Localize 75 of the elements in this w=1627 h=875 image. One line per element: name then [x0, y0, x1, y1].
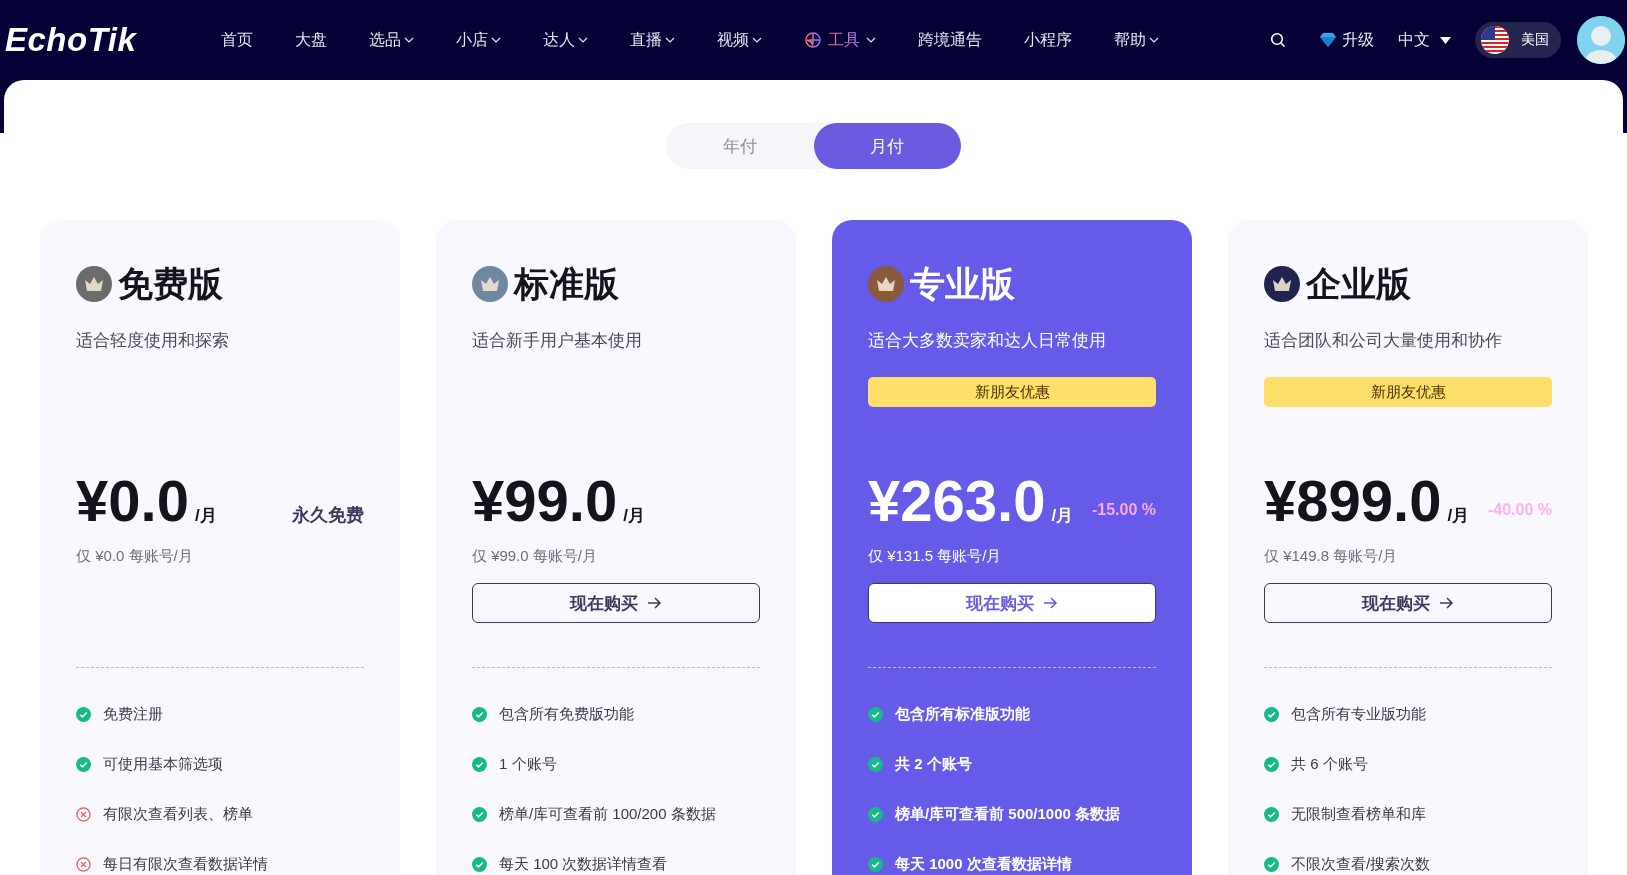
- price-unit: /月: [1447, 505, 1470, 527]
- plan-name: 企业版: [1306, 262, 1411, 305]
- plan-name: 专业版: [910, 262, 1015, 305]
- plan-description: 适合新手用户基本使用: [472, 330, 643, 352]
- chevron-down-icon: [404, 37, 414, 43]
- nav-item[interactable]: 帮助: [1093, 29, 1180, 51]
- feature-text: 免费注册: [103, 704, 163, 724]
- feature-text: 无限制查看榜单和库: [1291, 804, 1426, 824]
- per-account-price: 仅 ¥0.0 每账号/月: [76, 546, 194, 566]
- flag-icon: [1481, 26, 1509, 54]
- region-selector[interactable]: 美国: [1475, 22, 1561, 58]
- plan-name: 标准版: [514, 262, 619, 305]
- price: ¥99.0: [472, 469, 618, 533]
- buy-button[interactable]: 现在购买: [868, 583, 1156, 623]
- plan-description: 适合大多数卖家和达人日常使用: [868, 330, 1107, 352]
- feature-text: 包含所有标准版功能: [895, 704, 1030, 724]
- caret-down-icon: [1440, 36, 1451, 44]
- feature-text: 包含所有专业版功能: [1291, 704, 1426, 724]
- feature-text: 可使用基本筛选项: [103, 754, 223, 774]
- language-dropdown[interactable]: 中文: [1398, 29, 1451, 51]
- nav-item[interactable]: 工具: [783, 29, 897, 51]
- plan-description: 适合团队和公司大量使用和协作: [1264, 330, 1503, 352]
- chevron-down-icon: [578, 37, 588, 43]
- buy-button[interactable]: 现在购买: [1264, 583, 1552, 623]
- feature-text: 每日有限次查看数据详情: [103, 854, 268, 874]
- feature-text: 1 个账号: [499, 754, 557, 774]
- billing-tab[interactable]: 月付: [813, 123, 961, 169]
- price-note: 永久免费: [292, 504, 364, 527]
- feature-text: 包含所有免费版功能: [499, 704, 634, 724]
- feature-text: 共 6 个账号: [1291, 754, 1368, 774]
- price: ¥0.0: [76, 469, 189, 533]
- feature-text: 有限次查看列表、榜单: [103, 804, 253, 824]
- diamond-icon: [1320, 33, 1336, 47]
- arrow-right-icon: [1044, 597, 1058, 609]
- per-account-price: 仅 ¥99.0 每账号/月: [472, 546, 599, 566]
- chevron-down-icon: [866, 37, 876, 43]
- nav-item[interactable]: 小店: [435, 29, 522, 51]
- price-unit: /月: [194, 505, 217, 527]
- feature-text: 不限次查看/搜索次数: [1291, 854, 1431, 874]
- feature-text: 榜单/库可查看前 500/1000 条数据: [895, 804, 1121, 824]
- search-icon[interactable]: [1270, 32, 1286, 48]
- feature-text: 每天 1000 次查看数据详情: [895, 854, 1072, 874]
- promo-badge: 新朋友优惠: [868, 377, 1156, 407]
- feature-text: 榜单/库可查看前 100/200 条数据: [499, 804, 716, 824]
- per-account-price: 仅 ¥149.8 每账号/月: [1264, 546, 1399, 566]
- nav-item[interactable]: 首页: [200, 29, 274, 51]
- chevron-down-icon: [1149, 37, 1159, 43]
- buy-button[interactable]: 现在购买: [472, 583, 760, 623]
- nav-item[interactable]: 选品: [348, 29, 435, 51]
- avatar[interactable]: [1577, 16, 1625, 64]
- discount-label: -40.00 %: [1487, 501, 1552, 519]
- nav-item[interactable]: 达人: [522, 29, 609, 51]
- nav-item[interactable]: 跨境通告: [897, 29, 1003, 51]
- plan-description: 适合轻度使用和探索: [76, 330, 230, 352]
- price-unit: /月: [623, 505, 645, 527]
- chevron-down-icon: [491, 37, 501, 43]
- nav-item[interactable]: 直播: [609, 29, 696, 51]
- price: ¥263.0: [868, 469, 1046, 533]
- chevron-down-icon: [665, 37, 675, 43]
- nav-item[interactable]: 小程序: [1003, 29, 1093, 51]
- nav-item[interactable]: 大盘: [274, 29, 348, 51]
- price: ¥899.0: [1264, 469, 1442, 533]
- upgrade-link[interactable]: 升级: [1320, 29, 1374, 51]
- arrow-right-icon: [1440, 597, 1454, 609]
- arrow-right-icon: [648, 597, 662, 609]
- nav-item[interactable]: 视频: [696, 29, 783, 51]
- discount-label: -15.00 %: [1091, 501, 1156, 519]
- plan-name: 免费版: [118, 262, 223, 305]
- price-unit: /月: [1051, 505, 1074, 527]
- per-account-price: 仅 ¥131.5 每账号/月: [868, 546, 1003, 566]
- promo-badge: 新朋友优惠: [1264, 377, 1552, 407]
- feature-text: 每天 100 次数据详情查看: [499, 854, 668, 874]
- chevron-down-icon: [752, 37, 762, 43]
- logo[interactable]: EchoTik: [5, 21, 155, 59]
- feature-text: 共 2 个账号: [895, 754, 972, 774]
